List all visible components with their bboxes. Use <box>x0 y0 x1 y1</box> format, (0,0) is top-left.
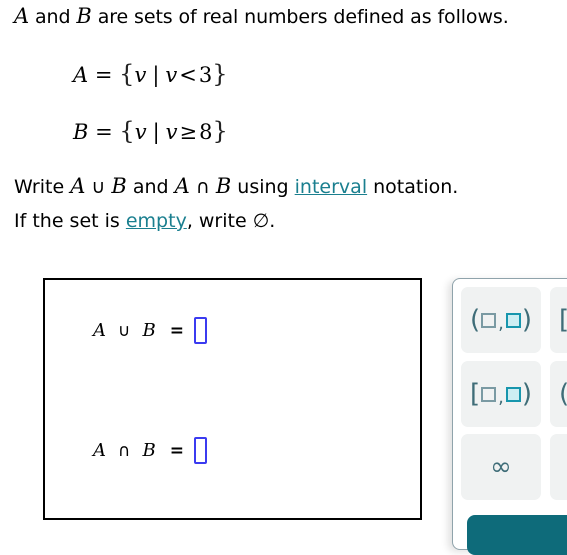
problem-intro: A and B are sets of real numbers defined… <box>14 4 509 28</box>
intro-text-1: and <box>29 6 77 28</box>
answer-panel: A ∪ B = A ∩ B = <box>43 278 422 520</box>
var-a: A <box>93 440 106 461</box>
equals-sign: = <box>169 320 184 341</box>
union-answer-input[interactable] <box>193 317 207 344</box>
var-b: B <box>142 440 156 461</box>
closed-open-interval-icon: [,) <box>470 379 532 409</box>
math-palette: (,) [,] [,) (,] ∞ <box>452 278 567 555</box>
closed-closed-interval-icon: [,] <box>559 305 567 335</box>
intersection-answer-input[interactable] <box>193 437 207 464</box>
empty-box-icon <box>481 386 497 402</box>
instruction-text: . <box>269 210 276 232</box>
set-variable: v <box>134 63 147 87</box>
equals-sign: = <box>95 120 113 144</box>
palette-action-button[interactable] <box>467 515 567 555</box>
intersection-symbol: ∩ <box>118 440 131 461</box>
infinity-button[interactable]: ∞ <box>461 434 541 500</box>
negative-infinity-button[interactable] <box>550 434 567 500</box>
instruction-text: using <box>231 176 295 198</box>
left-bracket: [ <box>559 305 567 335</box>
open-brace: { <box>119 117 135 145</box>
relation-symbol: ≥ <box>179 120 198 144</box>
union-symbol: ∪ <box>118 320 131 341</box>
filled-box-icon <box>505 386 521 402</box>
condition-variable: v <box>165 63 178 87</box>
var-a: A <box>70 174 86 198</box>
var-b: B <box>142 320 156 341</box>
right-paren: ) <box>521 379 533 409</box>
open-open-interval-button[interactable]: (,) <box>461 287 541 353</box>
empty-box-icon <box>481 312 497 328</box>
instruction-text: and <box>126 176 175 198</box>
left-paren: ( <box>469 305 481 335</box>
var-a: A <box>93 320 106 341</box>
such-that-bar: | <box>152 63 160 87</box>
instruction-text: Write <box>14 176 71 198</box>
equals-sign: = <box>94 63 113 87</box>
comma: , <box>498 312 504 334</box>
close-brace: } <box>212 60 228 88</box>
bound-value: 8 <box>199 120 213 144</box>
union-symbol: ∪ <box>85 176 112 198</box>
set-a-definition: A = {v | v<3} <box>73 60 228 88</box>
set-name: A <box>73 63 89 87</box>
open-open-interval-icon: (,) <box>470 305 532 335</box>
filled-box-icon <box>505 312 521 328</box>
union-answer-row: A ∪ B = <box>93 317 207 344</box>
closed-closed-interval-button[interactable]: [,] <box>550 287 567 353</box>
close-brace: } <box>212 117 228 145</box>
open-brace: { <box>119 60 135 88</box>
intersection-symbol: ∩ <box>189 176 216 198</box>
relation-symbol: < <box>179 63 197 87</box>
infinity-icon: ∞ <box>490 452 512 482</box>
such-that-bar: | <box>152 120 160 144</box>
var-a: A <box>14 4 30 28</box>
open-closed-interval-button[interactable]: (,] <box>550 361 567 427</box>
comma: , <box>498 386 504 408</box>
var-b: B <box>76 4 92 28</box>
open-closed-interval-icon: (,] <box>559 379 567 409</box>
instruction-text: If the set is <box>14 210 126 232</box>
var-b: B <box>111 174 127 198</box>
set-name: B <box>73 120 89 144</box>
instruction-line-2: If the set is empty, write ∅. <box>14 210 275 232</box>
condition-variable: v <box>165 120 178 144</box>
empty-link[interactable]: empty <box>126 210 187 232</box>
intersection-answer-row: A ∩ B = <box>93 437 207 464</box>
interval-link[interactable]: interval <box>295 176 367 198</box>
right-paren: ) <box>521 305 533 335</box>
set-b-definition: B = {v | v≥8} <box>73 117 228 145</box>
empty-set-symbol: ∅ <box>252 210 270 232</box>
bound-value: 3 <box>198 63 213 87</box>
var-b: B <box>215 174 232 198</box>
equals-sign: = <box>169 440 184 461</box>
intro-text-2: are sets of real numbers defined as foll… <box>91 6 509 28</box>
instruction-text: , write <box>186 210 253 232</box>
instruction-text: notation. <box>367 176 459 198</box>
closed-open-interval-button[interactable]: [,) <box>461 361 541 427</box>
var-a: A <box>174 174 190 198</box>
left-bracket: [ <box>469 379 481 409</box>
instruction-line-1: Write A ∪ B and A ∩ B using interval not… <box>14 174 458 198</box>
left-paren: ( <box>559 379 567 409</box>
set-variable: v <box>134 120 147 144</box>
